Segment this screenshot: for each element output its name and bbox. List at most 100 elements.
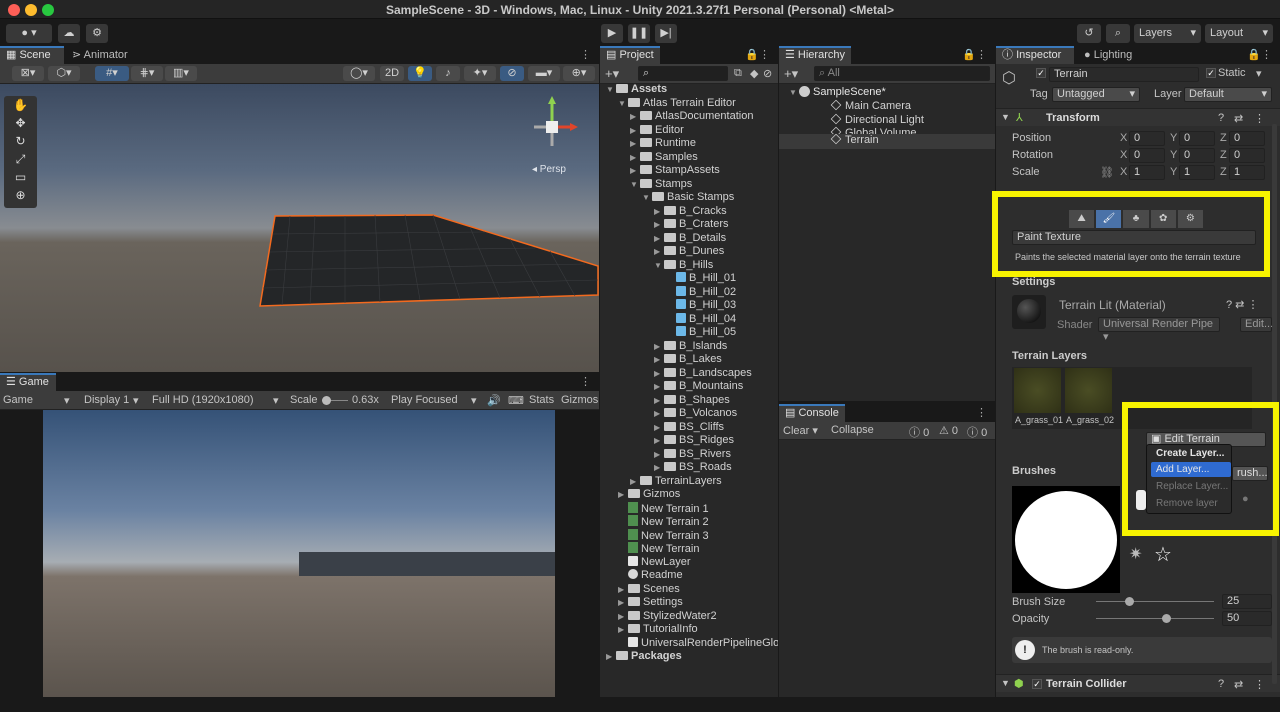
display-mode-dropdown[interactable]: Game (3, 394, 33, 406)
clear-button[interactable]: Clear ▾ (783, 424, 818, 437)
project-asset[interactable]: New Terrain 2 (618, 515, 709, 529)
static-checkbox[interactable]: ✓ (1206, 68, 1216, 78)
tab-scene[interactable]: ▦ Scene (0, 46, 64, 64)
project-asset[interactable]: B_Hill_04 (666, 312, 736, 327)
step-button[interactable]: ▶| (655, 24, 677, 43)
2d-toggle[interactable]: 2D (380, 66, 404, 81)
grid-snap-icon[interactable]: #▾ (95, 66, 129, 81)
log-count[interactable]: ⓘ 0 (967, 424, 987, 440)
shading-icon[interactable]: ⬡▾ (48, 66, 80, 81)
brush-size-field[interactable]: 25 (1222, 594, 1272, 609)
project-folder[interactable]: ▶ Packages (606, 650, 682, 664)
object-name-field[interactable]: Terrain (1049, 67, 1199, 82)
help-icon[interactable]: ? (1218, 112, 1224, 124)
brush-star-soft-icon[interactable]: ✷ (1129, 544, 1142, 564)
keyboard-icon[interactable]: ⌨ (508, 394, 524, 407)
orientation-gizmo[interactable] (520, 94, 585, 159)
collider-enabled-checkbox[interactable]: ✓ (1032, 679, 1042, 689)
project-search-input[interactable]: ⌕ (638, 66, 728, 81)
project-asset[interactable]: NewLayer (618, 555, 691, 570)
hierarchy-search-input[interactable]: ⌕ All (814, 66, 990, 81)
rotation-y-field[interactable]: 0 (1179, 148, 1215, 163)
scale-z-field[interactable]: 1 (1229, 165, 1265, 180)
rotate-tool-icon[interactable]: ↻ (4, 132, 37, 150)
project-asset[interactable]: Readme (618, 569, 683, 583)
project-asset[interactable]: UniversalRenderPipelineGlob (618, 636, 778, 651)
project-asset[interactable]: B_Hill_01 (666, 272, 736, 286)
brush-star-icon[interactable]: ☆ (1154, 542, 1172, 567)
cloud-icon[interactable]: ☁ (58, 24, 80, 43)
active-checkbox[interactable]: ✓ (1036, 68, 1046, 78)
render-mode-icon[interactable]: ◯▾ (343, 66, 375, 81)
layer-thumb-grass-01[interactable] (1014, 368, 1061, 413)
tab-lighting[interactable]: ● Lighting (1078, 46, 1138, 64)
project-folder[interactable]: ▶ B_Shapes (654, 394, 730, 408)
tag-dropdown[interactable]: Untagged ▾ (1052, 87, 1140, 102)
project-folder[interactable]: ▼ Basic Stamps (642, 191, 734, 205)
project-folder[interactable]: ▶ TutorialInfo (618, 623, 698, 637)
create-button[interactable]: +▾ (605, 66, 619, 82)
lock-icon[interactable]: 🔒⋮ (739, 46, 776, 64)
scale-slider[interactable] (322, 396, 348, 405)
edit-shader-button[interactable]: Edit... (1240, 317, 1273, 332)
project-folder[interactable]: ▶ AtlasDocumentation (630, 110, 753, 124)
panel-menu-icon[interactable]: ⋮ (574, 373, 597, 391)
project-folder[interactable]: ▶ B_Craters (654, 218, 729, 232)
move-tool-icon[interactable]: ✥ (4, 114, 37, 132)
terrain-collider-header[interactable]: ▼ ⬢ ✓ Terrain Collider ? ⇄ ⋮ (996, 674, 1280, 692)
project-folder[interactable]: ▶ B_Details (654, 232, 726, 246)
project-folder[interactable]: ▶ B_Volcanos (654, 407, 737, 421)
project-asset[interactable]: New Terrain 1 (618, 501, 709, 516)
project-folder[interactable]: ▼ Assets (606, 83, 667, 97)
lock-icon[interactable]: 🔒⋮ (956, 46, 993, 64)
project-folder[interactable]: ▼ Atlas Terrain Editor (618, 97, 736, 111)
tab-console[interactable]: ▤ Console (779, 404, 845, 422)
layer-dropdown[interactable]: Default ▾ (1184, 87, 1272, 102)
collapse-button[interactable]: Collapse (831, 424, 874, 436)
collab-icon[interactable]: ⚙ (86, 24, 108, 43)
create-object-button[interactable]: +▾ (784, 66, 798, 82)
lighting-toggle-icon[interactable]: 💡 (408, 66, 432, 81)
lock-icon[interactable]: 🔒⋮ (1241, 46, 1278, 64)
project-folder[interactable]: ▶ B_Landscapes (654, 367, 752, 381)
gizmos-icon[interactable]: ⊕▾ (563, 66, 595, 81)
project-asset[interactable]: B_Hill_05 (666, 326, 736, 340)
layers-dropdown[interactable]: Layers ▾ (1134, 24, 1201, 43)
game-view[interactable] (43, 410, 555, 697)
gizmos-button[interactable]: Gizmos (561, 394, 598, 406)
material-name[interactable]: Terrain Lit (Material) (1059, 298, 1166, 312)
search-icon[interactable]: ⌕ (1106, 24, 1130, 43)
hidden-objects-icon[interactable]: ⊘ (500, 66, 524, 81)
project-folder[interactable]: ▶ BS_Cliffs (654, 421, 724, 435)
transform-tool-icon[interactable]: ⊕ (4, 186, 37, 204)
tab-inspector[interactable]: ⓘ Inspector (996, 46, 1074, 64)
pause-button[interactable]: ❚❚ (628, 24, 650, 43)
project-folder[interactable]: ▼ B_Hills (654, 259, 713, 273)
component-menu-icon[interactable]: ⋮ (1254, 112, 1265, 125)
filter-label-icon[interactable]: ◆ (750, 67, 758, 80)
warning-count[interactable]: ⚠ 0 (939, 424, 958, 437)
project-folder[interactable]: ▶ StampAssets (630, 164, 720, 178)
project-asset[interactable]: B_Hill_02 (666, 285, 736, 300)
tab-game[interactable]: ☰ Game (0, 373, 56, 391)
project-folder[interactable]: ▶ BS_Rivers (654, 448, 731, 462)
hierarchy-item-terrain[interactable]: Terrain (779, 133, 995, 149)
history-icon[interactable]: ↺ (1077, 24, 1101, 43)
audio-toggle-icon[interactable]: ♪ (436, 66, 460, 81)
opacity-slider[interactable] (1096, 614, 1214, 623)
opacity-field[interactable]: 50 (1222, 611, 1272, 626)
project-folder[interactable]: ▶ BS_Roads (654, 461, 732, 475)
hierarchy-item-directional-light[interactable]: Directional Light (830, 113, 924, 128)
project-folder[interactable]: ▶ TerrainLayers (630, 475, 722, 489)
layout-dropdown[interactable]: Layout ▾ (1205, 24, 1273, 43)
project-folder[interactable]: ▶ BS_Ridges (654, 434, 734, 448)
persp-label[interactable]: ◂ Persp (532, 164, 566, 175)
project-folder[interactable]: ▶ Runtime (630, 137, 696, 151)
layer-thumb-grass-02[interactable] (1065, 368, 1112, 413)
project-folder[interactable]: ▶ Settings (618, 596, 683, 610)
preset-icon[interactable]: ⇄ (1234, 112, 1243, 125)
position-y-field[interactable]: 0 (1179, 131, 1215, 146)
terrain-plane[interactable] (0, 84, 599, 372)
hand-tool-icon[interactable]: ✋ (4, 96, 37, 114)
tab-hierarchy[interactable]: ☰ Hierarchy (779, 46, 851, 64)
